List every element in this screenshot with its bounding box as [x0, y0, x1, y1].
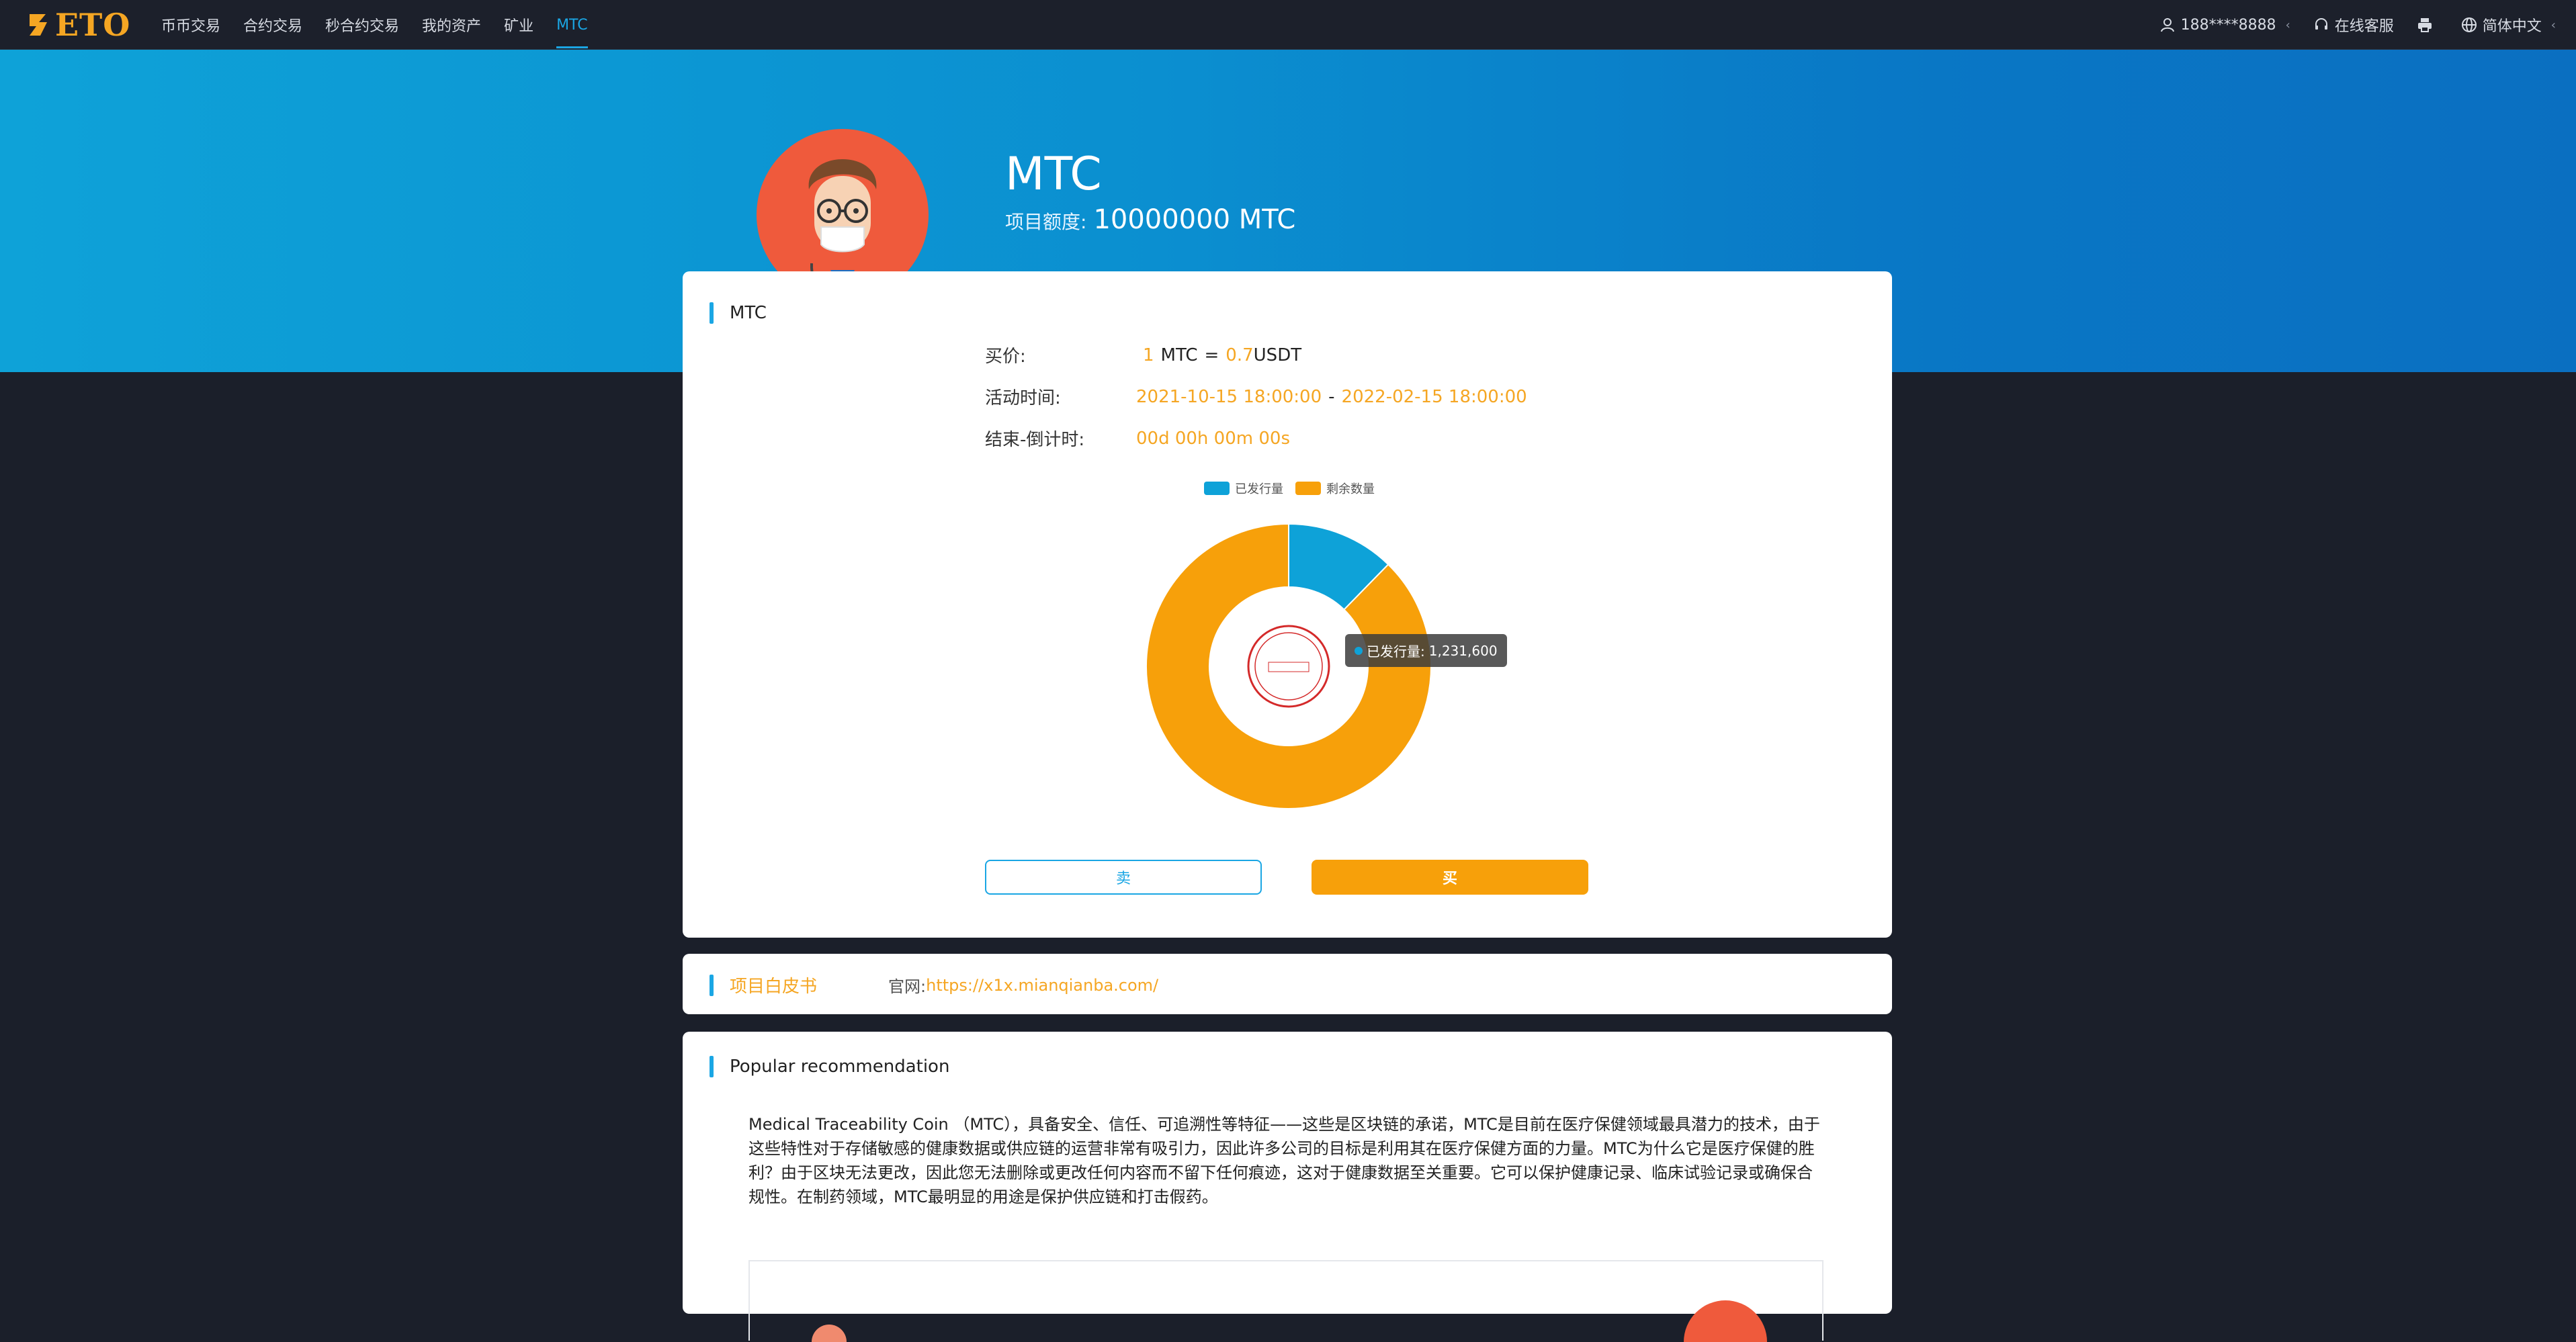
project-detail-card: MTC 买价: 1 MTC = 0.7 USDT 活动时间: 2021-10-1… — [683, 271, 1892, 938]
nav-mining[interactable]: 矿业 — [504, 0, 533, 50]
chart-legend: 已发行量 剩余数量 — [1204, 480, 1387, 497]
preview-avatar-left — [812, 1325, 847, 1342]
quota-label: 项目额度: — [1005, 211, 1087, 233]
legend-label-remaining: 剩余数量 — [1326, 482, 1375, 496]
nav-spot-trading[interactable]: 币币交易 — [161, 0, 220, 50]
chart-tooltip: 已发行量: 1,231,600 — [1345, 634, 1507, 667]
tooltip-dot — [1355, 646, 1363, 655]
tooltip-value: 1,231,600 — [1428, 642, 1498, 659]
support-label: 在线客服 — [2334, 18, 2394, 35]
time-start: 2021-10-15 18:00:00 — [1136, 386, 1322, 407]
detail-title-text: MTC — [730, 303, 767, 323]
buy-button[interactable]: 买 — [1312, 860, 1588, 895]
recommend-title-text: Popular recommendation — [730, 1057, 950, 1077]
price-quote: USDT — [1253, 345, 1302, 365]
user-menu[interactable]: 188****8888 ‹ — [2159, 17, 2290, 34]
recommendation-card: Popular recommendation Medical Traceabil… — [683, 1032, 1892, 1342]
chevron-left-icon: ‹ — [2550, 17, 2556, 32]
nav-second-contract[interactable]: 秒合约交易 — [325, 0, 399, 50]
price-equals: = — [1204, 345, 1219, 365]
price-value: 0.7 — [1226, 345, 1254, 365]
time-end: 2022-02-15 18:00:00 — [1341, 386, 1527, 407]
price-qty: 1 — [1143, 345, 1154, 365]
nav-my-assets[interactable]: 我的资产 — [422, 0, 481, 50]
tooltip-label: 已发行量: — [1367, 643, 1425, 660]
detail-section-title: MTC — [710, 302, 767, 324]
main-nav: 币币交易 合约交易 秒合约交易 我的资产 矿业 MTC — [161, 0, 611, 50]
legend-label-issued: 已发行量 — [1235, 482, 1283, 496]
project-title: MTC — [1005, 148, 1102, 201]
watermark-stamp — [1247, 625, 1330, 708]
nav-mtc[interactable]: MTC — [556, 0, 588, 50]
headset-icon — [2313, 17, 2329, 33]
brand-logo[interactable]: ETO — [27, 7, 130, 43]
language-switch[interactable]: 简体中文 ‹ — [2461, 14, 2556, 36]
project-quota: 项目额度: 10000000 MTC — [1005, 204, 1295, 235]
online-support[interactable]: 在线客服 — [2313, 14, 2394, 36]
brand-name: ETO — [55, 7, 131, 43]
quota-value: 10000000 MTC — [1093, 204, 1296, 235]
issuance-donut-chart — [1126, 508, 1449, 830]
title-accent-bar — [710, 974, 714, 996]
download-app[interactable] — [2417, 17, 2438, 33]
whitepaper-section: 项目白皮书 官网: https://x1x.mianqianba.com/ — [710, 973, 1158, 997]
logo-mark-icon — [27, 10, 51, 40]
globe-icon — [2461, 17, 2477, 33]
top-navbar: ETO 币币交易 合约交易 秒合约交易 我的资产 矿业 MTC 188****8… — [0, 0, 2576, 50]
user-phone: 188****8888 — [2180, 16, 2276, 34]
countdown-label: 结束-倒计时: — [985, 430, 1085, 450]
time-separator: - — [1328, 386, 1335, 407]
user-icon — [2159, 17, 2176, 33]
language-label: 简体中文 — [2482, 18, 2542, 35]
time-label: 活动时间: — [985, 388, 1061, 408]
whitepaper-link[interactable]: 项目白皮书 — [730, 973, 817, 997]
legend-item-remaining[interactable]: 剩余数量 — [1295, 480, 1375, 497]
preview-avatar-right — [1684, 1300, 1767, 1342]
donut-svg — [1146, 523, 1432, 809]
countdown-value: 00d 00h 00m 00s — [1136, 428, 1290, 449]
sell-button[interactable]: 卖 — [985, 860, 1262, 895]
title-accent-bar — [710, 302, 714, 324]
site-url-link[interactable]: https://x1x.mianqianba.com/ — [926, 976, 1158, 995]
countdown-row: 结束-倒计时: 00d 00h 00m 00s — [985, 426, 1290, 451]
legend-swatch-issued — [1204, 482, 1230, 495]
recommend-description: Medical Traceability Coin （MTC），具备安全、信任、… — [748, 1115, 1820, 1206]
site-label: 官网: — [888, 977, 927, 996]
printer-icon — [2417, 17, 2433, 33]
recommend-section-title: Popular recommendation — [710, 1056, 949, 1077]
legend-swatch-remaining — [1295, 482, 1321, 495]
chevron-left-icon: ‹ — [2285, 17, 2290, 32]
nav-contract-trading[interactable]: 合约交易 — [243, 0, 302, 50]
title-accent-bar — [710, 1056, 714, 1077]
price-label: 买价: — [985, 347, 1026, 367]
price-unit: MTC — [1160, 345, 1198, 365]
whitepaper-card: 项目白皮书 官网: https://x1x.mianqianba.com/ — [683, 954, 1892, 1014]
header-right: 188****8888 ‹ 在线客服 简体中文 ‹ — [2137, 0, 2556, 50]
activity-time-row: 活动时间: 2021-10-15 18:00:00 - 2022-02-15 1… — [985, 384, 1527, 409]
recommend-preview-box — [748, 1260, 1823, 1342]
price-row: 买价: 1 MTC = 0.7 USDT — [985, 343, 1301, 367]
legend-item-issued[interactable]: 已发行量 — [1204, 480, 1283, 497]
